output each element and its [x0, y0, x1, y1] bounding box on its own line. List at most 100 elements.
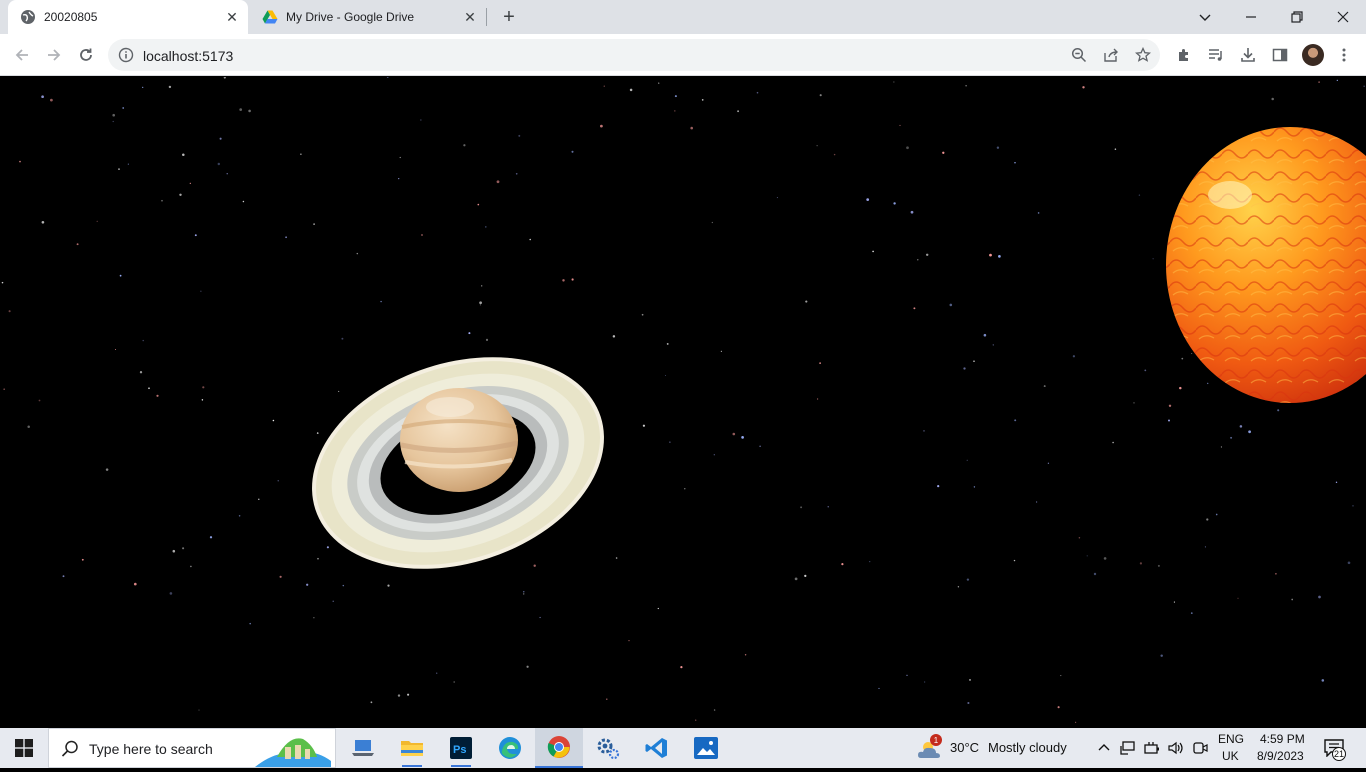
- media-playlist-icon[interactable]: [1202, 41, 1230, 69]
- star: [1336, 79, 1338, 81]
- star: [1291, 598, 1294, 601]
- star: [485, 338, 489, 341]
- notifications-icon[interactable]: 21: [1322, 737, 1347, 761]
- close-tab-icon[interactable]: ✕: [460, 7, 480, 27]
- star: [285, 236, 287, 239]
- site-info-icon[interactable]: [118, 47, 134, 63]
- star: [923, 430, 925, 432]
- star: [1103, 557, 1107, 560]
- star: [62, 575, 65, 578]
- forward-button[interactable]: [40, 41, 68, 69]
- taskbar-search-box[interactable]: Type here to search: [48, 728, 336, 768]
- star: [841, 563, 844, 566]
- star: [983, 333, 987, 337]
- star: [963, 367, 966, 370]
- star: [198, 709, 200, 711]
- close-window-button[interactable]: [1320, 0, 1366, 34]
- network-icon[interactable]: [1118, 738, 1138, 758]
- taskbar-app-settings[interactable]: [584, 728, 632, 768]
- restore-button[interactable]: [1274, 0, 1320, 34]
- space-scene: [1, 77, 1366, 723]
- menu-kebab-icon[interactable]: [1330, 41, 1358, 69]
- taskbar-app-photos[interactable]: [682, 728, 730, 768]
- back-button[interactable]: [8, 41, 36, 69]
- star: [615, 557, 618, 559]
- star: [603, 85, 605, 87]
- star: [397, 694, 401, 697]
- chevron-up-icon[interactable]: [1094, 738, 1114, 758]
- start-button[interactable]: [0, 728, 48, 768]
- tab-search-icon[interactable]: [1182, 0, 1228, 34]
- battery-icon[interactable]: [1142, 738, 1162, 758]
- star: [937, 484, 940, 488]
- star: [713, 454, 715, 456]
- meet-now-icon[interactable]: [1190, 738, 1210, 758]
- star: [1037, 212, 1040, 214]
- star: [226, 173, 228, 175]
- tab-title: 20020805: [44, 10, 98, 24]
- volume-icon[interactable]: [1166, 738, 1186, 758]
- star: [1168, 419, 1170, 422]
- star: [1072, 355, 1076, 358]
- star: [338, 390, 340, 392]
- taskbar-app-file-explorer[interactable]: [388, 728, 436, 768]
- star: [600, 124, 603, 128]
- tab-google-drive[interactable]: My Drive - Google Drive ✕: [250, 0, 486, 34]
- taskbar-app-edge[interactable]: [486, 728, 534, 768]
- star: [684, 488, 686, 490]
- language-region[interactable]: UK: [1222, 749, 1239, 763]
- star: [41, 220, 45, 224]
- star: [217, 162, 221, 166]
- star: [96, 220, 98, 223]
- weather-condition[interactable]: Mostly cloudy: [988, 740, 1067, 755]
- star: [398, 177, 400, 180]
- sun[interactable]: [1160, 122, 1366, 412]
- star: [817, 398, 819, 400]
- taskbar-app-laptop[interactable]: [339, 728, 387, 768]
- star: [19, 160, 21, 163]
- clock-date[interactable]: 8/9/2023: [1257, 749, 1304, 763]
- star: [1363, 85, 1365, 87]
- share-icon[interactable]: [1101, 45, 1121, 65]
- star: [515, 172, 518, 175]
- star: [468, 332, 471, 335]
- download-icon[interactable]: [1234, 41, 1262, 69]
- star: [744, 654, 747, 656]
- profile-avatar[interactable]: [1302, 44, 1324, 66]
- star: [119, 274, 122, 277]
- new-tab-button[interactable]: +: [496, 4, 522, 30]
- star: [1093, 572, 1097, 576]
- weather-temperature[interactable]: 30°C: [950, 740, 979, 755]
- close-tab-icon[interactable]: ✕: [222, 7, 242, 27]
- side-panel-icon[interactable]: [1266, 41, 1294, 69]
- star: [1035, 501, 1038, 503]
- star: [996, 146, 1000, 149]
- minimize-button[interactable]: [1228, 0, 1274, 34]
- taskbar-app-vscode[interactable]: [633, 728, 681, 768]
- star: [258, 498, 260, 501]
- star: [973, 360, 975, 363]
- star: [1271, 97, 1274, 101]
- star: [819, 94, 822, 97]
- globe-icon: [20, 9, 36, 25]
- star: [1043, 385, 1046, 388]
- star: [957, 586, 960, 588]
- taskbar-app-photoshop[interactable]: Ps: [437, 728, 485, 768]
- weather-cloudy-icon[interactable]: 1: [917, 734, 943, 760]
- clock-time[interactable]: 4:59 PM: [1260, 732, 1305, 746]
- star: [833, 153, 836, 156]
- solar-system-canvas[interactable]: [0, 77, 1366, 728]
- star: [202, 386, 205, 389]
- star: [657, 607, 659, 610]
- star: [1347, 561, 1351, 565]
- reload-button[interactable]: [72, 41, 100, 69]
- extensions-icon[interactable]: [1170, 41, 1198, 69]
- star: [1173, 601, 1175, 603]
- zoom-icon[interactable]: [1069, 45, 1089, 65]
- taskbar-app-chrome[interactable]: [535, 728, 583, 768]
- address-bar[interactable]: localhost:5173: [108, 39, 1160, 71]
- star: [606, 698, 608, 700]
- tab-active[interactable]: 20020805 ✕: [8, 0, 248, 34]
- bookmark-star-icon[interactable]: [1133, 45, 1153, 65]
- language-primary[interactable]: ENG: [1218, 732, 1244, 746]
